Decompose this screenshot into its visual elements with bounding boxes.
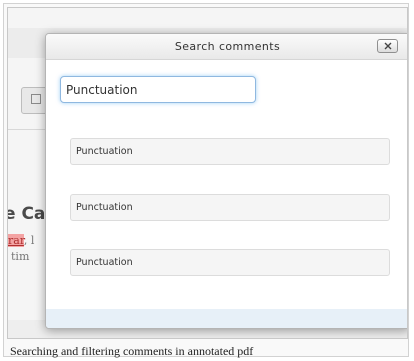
search-comments-dialog: Search comments Punctuation Punctuation … bbox=[45, 33, 407, 329]
screenshot-area: e Ca 1 rar, l tim n Search comments Punc… bbox=[7, 7, 408, 339]
search-result-label: Punctuation bbox=[76, 146, 133, 157]
toolbar-button-icon bbox=[31, 94, 41, 104]
background-text-line-2: tim bbox=[11, 250, 30, 263]
search-input[interactable] bbox=[60, 76, 256, 103]
dialog-title: Search comments bbox=[174, 40, 281, 53]
search-result-item[interactable]: Punctuation bbox=[70, 249, 390, 276]
search-result-item[interactable]: Punctuation bbox=[70, 194, 390, 221]
image-caption: Searching and filtering comments in anno… bbox=[10, 344, 254, 358]
background-heading-left: e Ca bbox=[7, 204, 46, 224]
search-result-label: Punctuation bbox=[76, 202, 133, 213]
search-result-item[interactable]: Punctuation bbox=[70, 138, 390, 165]
background-text-line-1: rar, l bbox=[8, 234, 34, 247]
search-result-label: Punctuation bbox=[76, 257, 133, 268]
close-button[interactable] bbox=[377, 39, 398, 53]
dialog-footer bbox=[46, 309, 407, 328]
thumbnail-frame: e Ca 1 rar, l tim n Search comments Punc… bbox=[3, 3, 409, 358]
close-icon bbox=[384, 42, 392, 50]
highlighted-word[interactable]: rar bbox=[8, 234, 24, 247]
background-text-fragment: , l bbox=[23, 234, 35, 247]
dialog-header: Search comments bbox=[46, 34, 407, 60]
